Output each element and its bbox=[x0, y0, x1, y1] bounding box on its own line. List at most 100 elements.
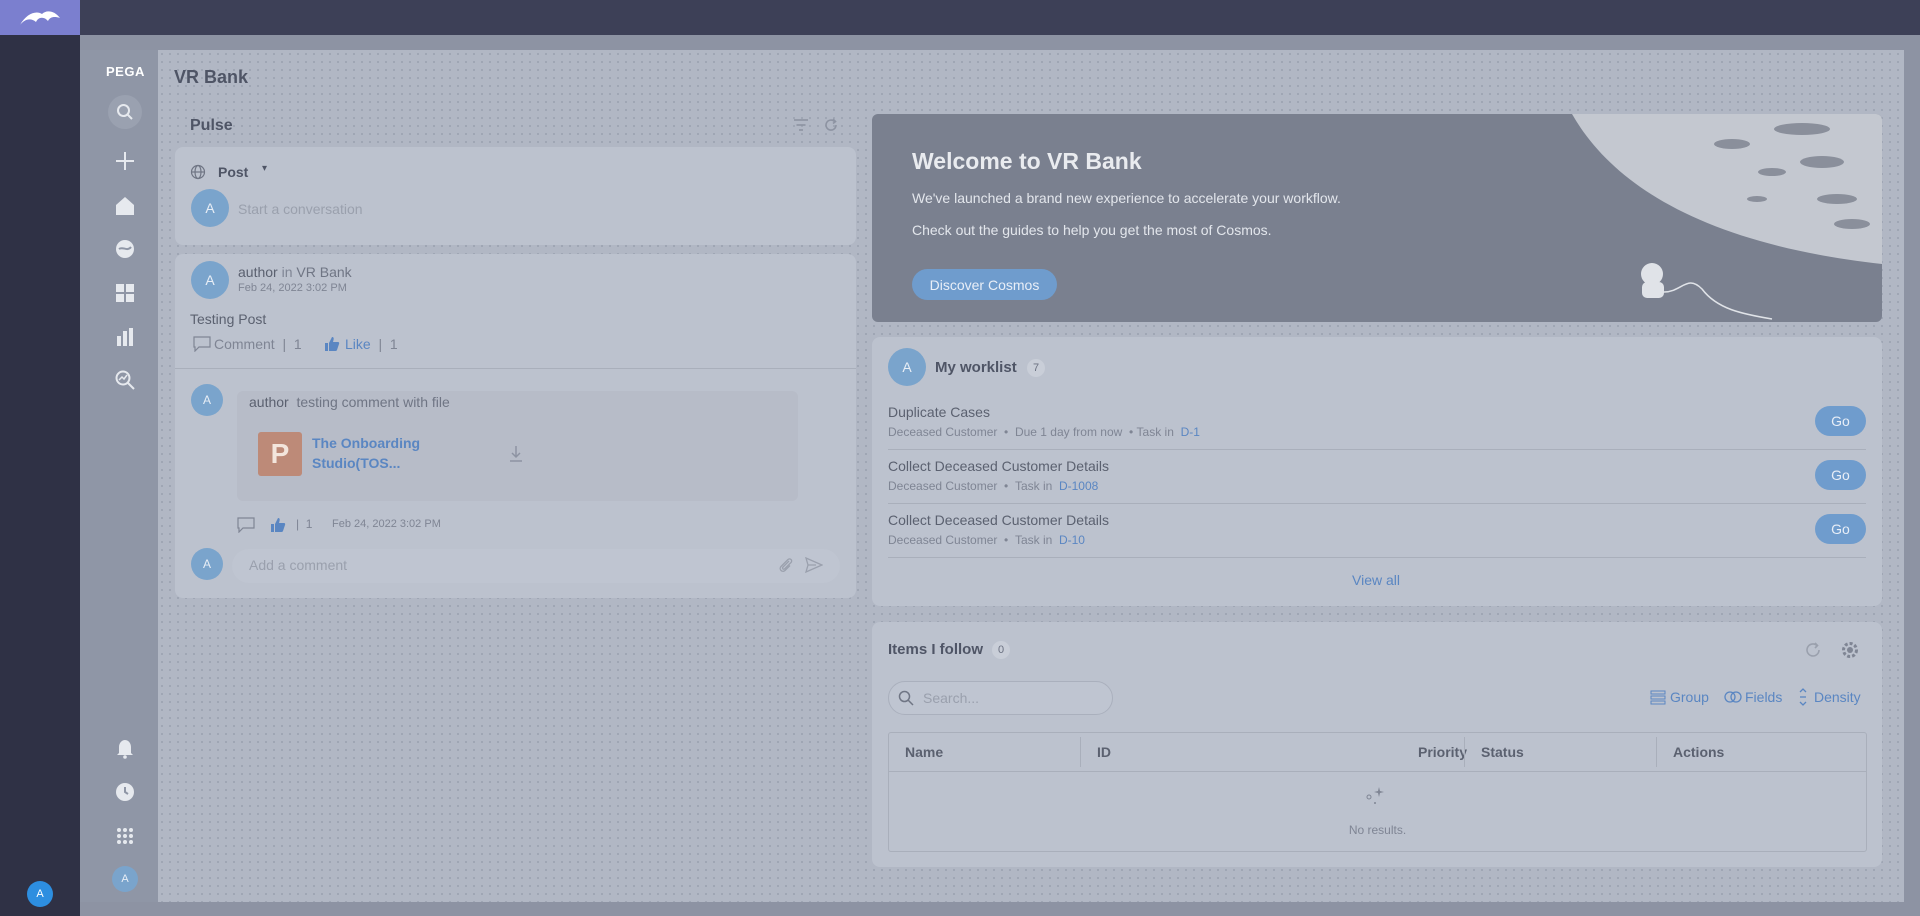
worklist-item-meta: Deceased Customer • Task in D-10 bbox=[888, 533, 1085, 547]
case-link[interactable]: D-10 bbox=[1059, 533, 1085, 547]
refresh-icon[interactable] bbox=[823, 117, 839, 133]
follow-title: Items I follow bbox=[888, 641, 984, 658]
nav-apps-button[interactable] bbox=[111, 822, 139, 850]
column-resize-handle[interactable] bbox=[1464, 737, 1465, 767]
nav-history-button[interactable] bbox=[111, 778, 139, 806]
refresh-icon[interactable] bbox=[1804, 641, 1822, 659]
comment-like-count: | 1 bbox=[296, 517, 313, 531]
paperclip-icon[interactable] bbox=[778, 556, 794, 574]
filter-icon[interactable] bbox=[793, 117, 809, 133]
worklist-go-button[interactable]: Go bbox=[1815, 460, 1866, 490]
follow-search-input[interactable] bbox=[888, 681, 1113, 715]
grid-icon bbox=[116, 284, 134, 302]
view-all-link[interactable]: View all bbox=[1352, 572, 1400, 588]
comment-text-line: author testing comment with file bbox=[249, 394, 450, 410]
add-comment-placeholder: Add a comment bbox=[249, 557, 348, 573]
post-composer bbox=[175, 147, 856, 245]
worklist-item-meta: Deceased Customer • Task in D-1008 bbox=[888, 479, 1099, 493]
search-icon bbox=[898, 690, 914, 706]
case-link[interactable]: D-1 bbox=[1181, 425, 1200, 439]
post-body: Testing Post bbox=[190, 311, 267, 327]
app-logo[interactable] bbox=[0, 0, 80, 35]
column-header-name[interactable]: Name bbox=[905, 733, 943, 771]
thumbs-up-icon[interactable] bbox=[324, 336, 340, 352]
sparkle-icon bbox=[1366, 787, 1384, 804]
worklist-item-meta: Deceased Customer • Due 1 day from now •… bbox=[888, 425, 1200, 439]
follow-count-badge: 0 bbox=[992, 641, 1010, 659]
chevron-down-icon[interactable]: ▾ bbox=[262, 163, 267, 174]
density-icon[interactable] bbox=[1798, 688, 1808, 706]
nav-notifications-button[interactable] bbox=[111, 734, 139, 762]
post-author[interactable]: author bbox=[238, 264, 278, 280]
column-header-priority[interactable]: Priority bbox=[1379, 733, 1467, 771]
conversation-input[interactable]: Start a conversation bbox=[238, 201, 363, 217]
nav-insights-button[interactable] bbox=[111, 366, 139, 394]
outer-avatar[interactable]: A bbox=[27, 881, 53, 907]
nav-create-button[interactable] bbox=[111, 147, 139, 175]
worklist-go-button[interactable]: Go bbox=[1815, 514, 1866, 544]
nav-reports-button[interactable] bbox=[111, 323, 139, 351]
nav-home-button[interactable] bbox=[111, 192, 139, 220]
download-icon[interactable] bbox=[508, 445, 524, 463]
comment-button[interactable]: Comment | 1 bbox=[214, 336, 302, 352]
send-icon[interactable] bbox=[805, 557, 823, 573]
post-in-label: in bbox=[281, 264, 293, 280]
nav-search-button[interactable] bbox=[108, 95, 142, 129]
file-type-icon: P bbox=[258, 432, 302, 476]
nav-dashboard-button[interactable] bbox=[111, 279, 139, 307]
pulse-toolbar bbox=[793, 117, 839, 133]
discover-cosmos-button[interactable]: Discover Cosmos bbox=[912, 269, 1057, 300]
group-button[interactable]: Group bbox=[1670, 689, 1709, 705]
column-header-actions[interactable]: Actions bbox=[1673, 733, 1724, 771]
comment-author-avatar: A bbox=[191, 384, 223, 416]
comment-author[interactable]: author bbox=[249, 394, 289, 410]
nav-user-avatar[interactable]: A bbox=[112, 866, 138, 892]
thumbs-up-icon[interactable] bbox=[270, 517, 286, 533]
table-header-divider bbox=[889, 771, 1866, 772]
post-byline: author in VR Bank bbox=[238, 264, 352, 280]
group-icon[interactable] bbox=[1650, 689, 1666, 705]
file-name-line2[interactable]: Studio(TOS... bbox=[312, 455, 400, 471]
fields-button[interactable]: Fields bbox=[1745, 689, 1782, 705]
post-type-select[interactable]: Post bbox=[218, 164, 248, 180]
worklist-item-title[interactable]: Collect Deceased Customer Details bbox=[888, 458, 1109, 474]
follow-search-placeholder: Search... bbox=[923, 690, 980, 706]
like-button[interactable]: Like | 1 bbox=[345, 336, 398, 352]
density-button[interactable]: Density bbox=[1814, 689, 1861, 705]
clock-icon bbox=[116, 783, 134, 801]
post-space-link[interactable]: VR Bank bbox=[296, 264, 351, 280]
pulse-heading: Pulse bbox=[190, 117, 233, 134]
column-header-id[interactable]: ID bbox=[1097, 733, 1111, 771]
composer-avatar: A bbox=[191, 189, 229, 227]
comment-timestamp: Feb 24, 2022 3:02 PM bbox=[332, 518, 441, 530]
globe-icon bbox=[116, 240, 134, 258]
home-icon bbox=[116, 197, 134, 215]
file-name-line1[interactable]: The Onboarding bbox=[312, 435, 420, 451]
worklist-title: My worklist bbox=[935, 359, 1017, 376]
brand-label: PEGA bbox=[106, 64, 145, 79]
welcome-line-2: Check out the guides to help you get the… bbox=[912, 222, 1272, 238]
post-divider bbox=[175, 368, 856, 369]
column-resize-handle[interactable] bbox=[1656, 737, 1657, 767]
worklist-go-button[interactable]: Go bbox=[1815, 406, 1866, 436]
follow-table: Name ID Priority Status Actions No resul… bbox=[888, 732, 1867, 852]
column-header-status[interactable]: Status bbox=[1481, 733, 1524, 771]
comment-icon[interactable] bbox=[193, 336, 211, 352]
worklist-item-title[interactable]: Collect Deceased Customer Details bbox=[888, 512, 1109, 528]
logo-icon bbox=[20, 10, 60, 25]
reply-avatar: A bbox=[191, 548, 223, 580]
post-timestamp: Feb 24, 2022 3:02 PM bbox=[238, 282, 347, 294]
post-author-avatar: A bbox=[191, 261, 229, 299]
worklist-divider bbox=[888, 503, 1866, 504]
column-resize-handle[interactable] bbox=[1080, 737, 1081, 767]
page-title: VR Bank bbox=[174, 67, 249, 87]
nav-spaces-button[interactable] bbox=[111, 235, 139, 263]
comment-text: testing comment with file bbox=[296, 394, 450, 410]
globe-icon bbox=[190, 164, 206, 180]
fields-icon[interactable] bbox=[1724, 690, 1742, 704]
reply-icon[interactable] bbox=[237, 517, 255, 533]
worklist-divider bbox=[888, 557, 1866, 558]
case-link[interactable]: D-1008 bbox=[1059, 479, 1098, 493]
gear-icon[interactable] bbox=[1840, 640, 1860, 660]
worklist-item-title[interactable]: Duplicate Cases bbox=[888, 404, 990, 420]
